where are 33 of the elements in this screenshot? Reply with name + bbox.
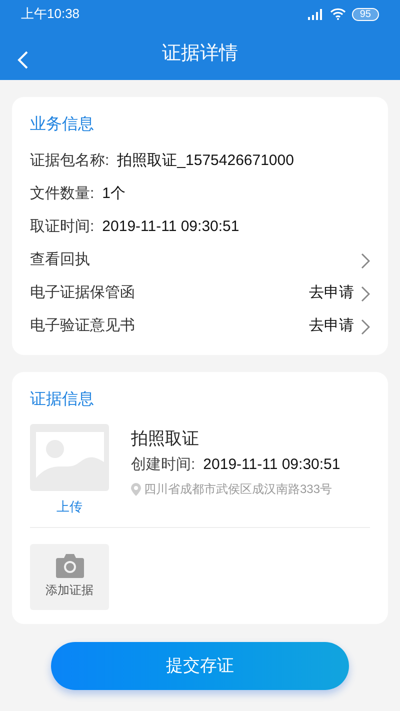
signal-icon (308, 8, 324, 20)
location-text: 四川省成都市武侯区成汉南路333号 (144, 481, 332, 498)
field-label: 取证时间: (30, 217, 94, 238)
apply-link[interactable]: 去申请 (309, 282, 354, 305)
field-value: 2019-11-11 09:30:51 (102, 217, 240, 238)
upload-link[interactable]: 上传 (56, 497, 82, 516)
list-item[interactable]: 电子验证意见书 去申请 (30, 310, 370, 343)
status-time: 上午10:38 (21, 5, 80, 24)
chevron-right-icon (360, 252, 370, 268)
list-item[interactable]: 查看回执 (30, 244, 370, 277)
section-title: 业务信息 (30, 114, 95, 135)
field-label: 证据包名称: (30, 151, 110, 172)
item-label: 电子证据保管函 (30, 283, 135, 304)
wifi-icon (330, 8, 346, 20)
field-value: 2019-11-11 09:30:51 (203, 455, 340, 475)
list-item[interactable]: 电子证据保管函 去申请 (30, 277, 370, 310)
chevron-right-icon (360, 318, 370, 334)
field-value: 1个 (102, 184, 126, 204)
add-evidence-button[interactable]: 添加证据 (30, 544, 109, 610)
location-pin-icon (131, 482, 141, 496)
item-label: 查看回执 (30, 250, 90, 270)
back-icon (17, 50, 29, 70)
page-title: 证据详情 (162, 42, 238, 66)
field-label: 文件数量: (30, 184, 94, 204)
chevron-right-icon (360, 286, 370, 302)
battery-indicator: 95 (352, 8, 379, 20)
section-title: 证据信息 (30, 390, 95, 410)
apply-link[interactable]: 去申请 (309, 315, 354, 338)
item-label: 电子验证意见书 (30, 316, 135, 336)
camera-icon (56, 554, 84, 578)
evidence-name: 拍照取证 (131, 428, 200, 450)
field-value: 拍照取证_1575426671000 (117, 151, 294, 172)
field-label: 创建时间: (131, 455, 196, 475)
